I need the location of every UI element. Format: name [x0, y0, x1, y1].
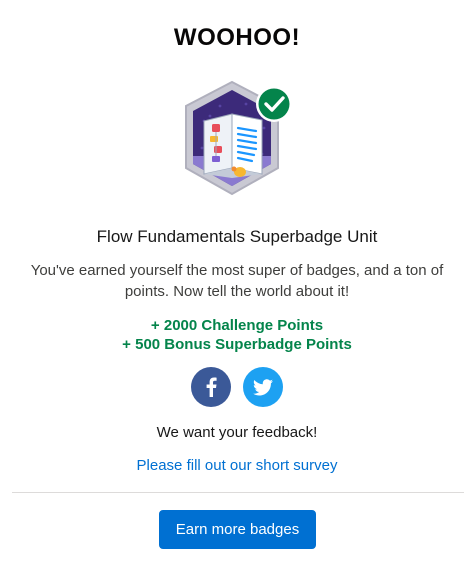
superbadge-book-icon — [185, 80, 292, 196]
earn-more-badges-button[interactable]: Earn more badges — [159, 510, 316, 549]
modal-title: WOOHOO! — [173, 24, 301, 51]
earned-message: You've earned yourself the most super of… — [30, 262, 444, 300]
share-buttons — [0, 367, 474, 407]
share-facebook-button[interactable] — [191, 367, 231, 407]
share-twitter-button[interactable] — [243, 367, 283, 407]
badge-name: Flow Fundamentals Superbadge Unit — [96, 227, 378, 246]
footer-divider — [12, 492, 464, 493]
feedback-heading: We want your feedback! — [156, 424, 318, 441]
twitter-icon — [253, 378, 273, 395]
challenge-points: + 2000 Challenge Points — [150, 317, 324, 334]
badge-earned-modal: WOOHOO! Flow Fundamentals Superbadge Uni… — [0, 0, 474, 565]
superbadge-image — [174, 76, 306, 208]
points-summary: + 2000 Challenge Points + 500 Bonus Supe… — [0, 316, 474, 354]
survey-link[interactable]: Please fill out our short survey — [0, 457, 474, 474]
facebook-icon — [206, 377, 217, 397]
bonus-points: + 500 Bonus Superbadge Points — [122, 336, 352, 353]
